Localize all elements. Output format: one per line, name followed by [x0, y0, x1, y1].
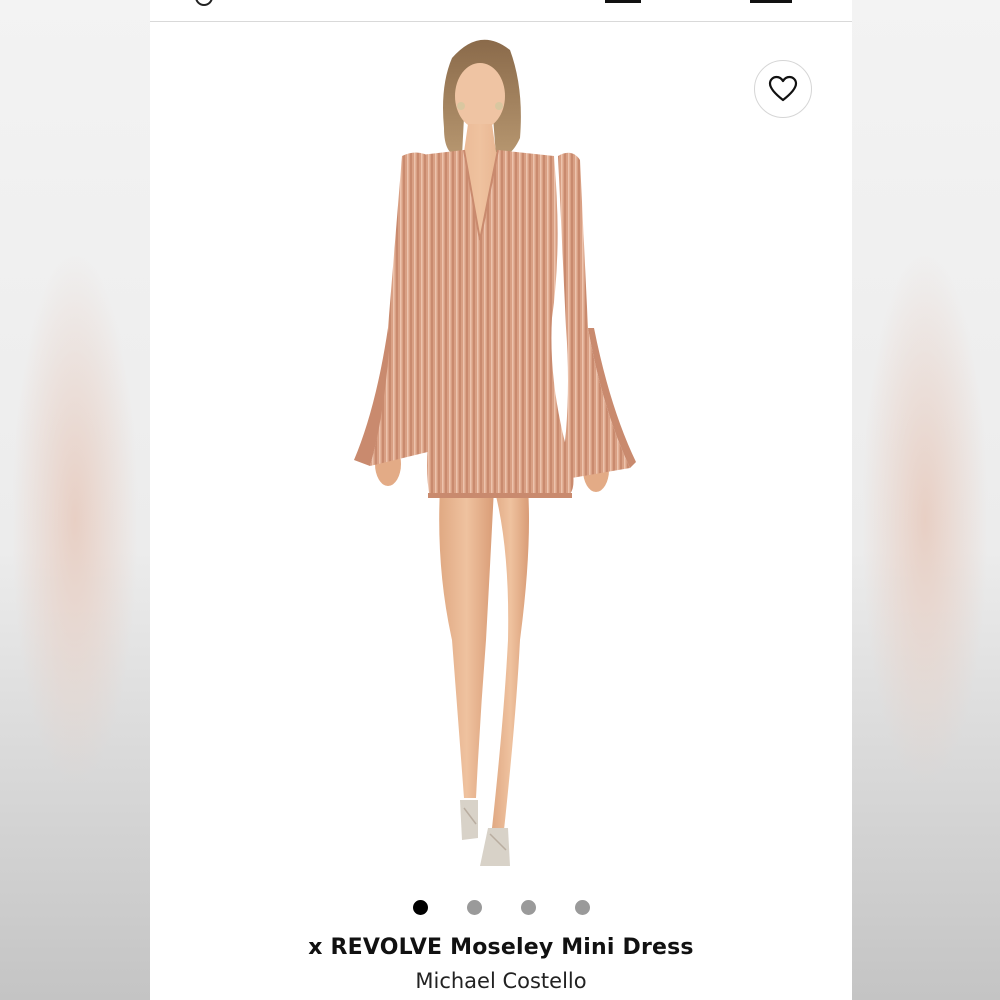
product-image[interactable]: [340, 28, 650, 888]
gallery-dot[interactable]: [520, 900, 536, 915]
gallery-pagination: [150, 900, 852, 916]
heart-icon: [768, 75, 798, 102]
gallery-dot[interactable]: [574, 900, 590, 915]
shopping-bag-icon[interactable]: [605, 0, 641, 3]
favorite-button[interactable]: [754, 60, 812, 118]
top-navigation-bar: [150, 0, 852, 22]
back-icon[interactable]: [195, 0, 213, 6]
gallery-dot[interactable]: [466, 900, 482, 915]
product-brand[interactable]: Michael Costello: [150, 969, 852, 993]
product-title: x REVOLVE Moseley Mini Dress: [308, 935, 694, 960]
menu-icon[interactable]: [750, 0, 792, 3]
product-card: x REVOLVE Moseley Mini Dress Michael Cos…: [150, 0, 852, 1000]
gallery-dot[interactable]: [412, 900, 428, 915]
